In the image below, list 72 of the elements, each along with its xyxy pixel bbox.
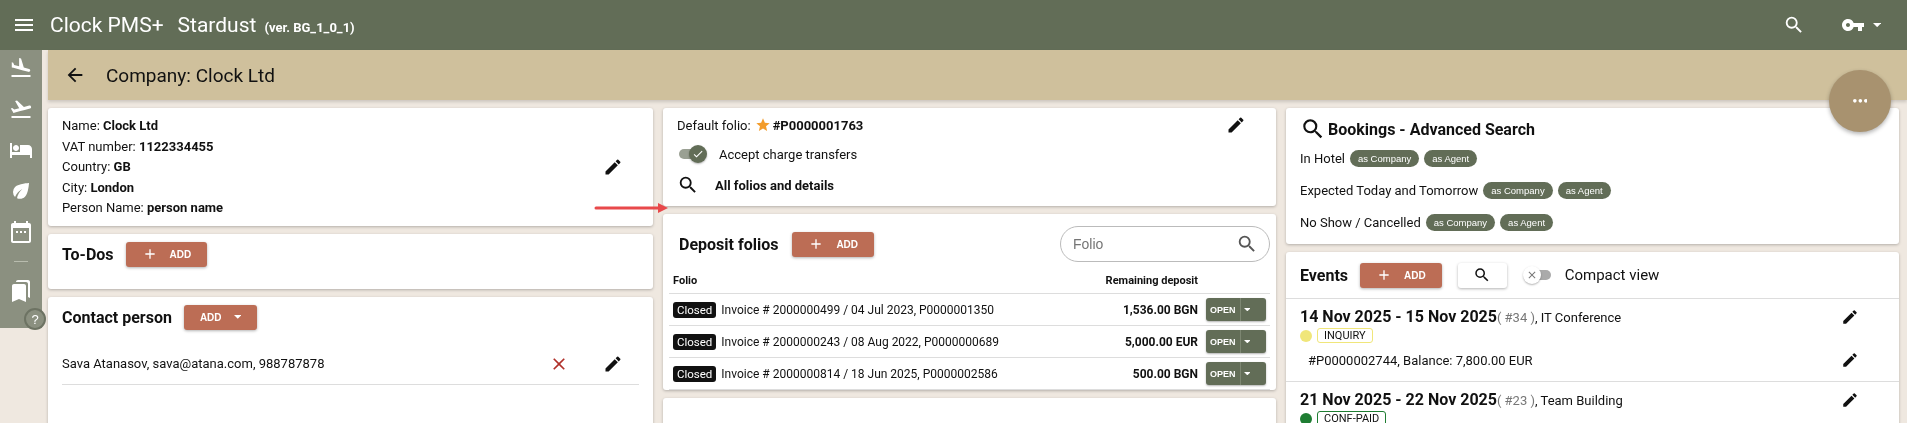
edit-icon[interactable] [1841,307,1859,326]
default-folio-label: Default folio: [677,117,751,133]
add-button[interactable]: ADD [125,241,208,267]
filter-chip[interactable]: as Agent [1424,149,1478,167]
plane-landing-icon[interactable] [9,56,33,80]
section-title: Deposit folios [679,234,779,254]
edit-icon[interactable] [1841,351,1859,369]
bookmarks-icon[interactable] [9,279,33,303]
more-icon [1852,99,1868,103]
deposit-amount: 500.00 BGN [1078,357,1202,390]
toggle-label: Accept charge transfers [719,146,858,162]
booking-filter-label: In Hotel [1300,150,1345,166]
deposit-amount: 5,000.00 EUR [1078,325,1202,358]
status-tag: INQUIRY [1317,328,1373,343]
filter-chip[interactable]: as Agent [1500,213,1554,231]
help-button[interactable]: ? [24,308,46,330]
booking-filter-label: Expected Today and Tomorrow [1300,182,1479,198]
deposit-amount: 1,536.00 BGN [1078,293,1202,326]
filter-chip[interactable]: as Company [1349,149,1420,167]
check-icon [692,148,704,160]
company-field: Name: Clock Ltd [62,116,224,137]
filter-chip[interactable]: as Company [1425,213,1496,231]
accept-transfers-toggle[interactable] [677,144,709,164]
section-title: Events [1300,265,1349,285]
hotel-name: Stardust [177,13,257,37]
default-folio-number: #P0000001763 [772,117,864,133]
caret-icon[interactable] [1243,307,1251,312]
section-title: Bookings - Advanced Search [1328,119,1535,139]
section-title: Contact person [62,307,172,327]
company-field: Person Name: person name [62,198,224,219]
column-header: Folio [669,268,1079,294]
toggle-label: Compact view [1564,266,1660,284]
event-title: 21 Nov 2025 - 22 Nov 2025( #23 ), Team Building [1300,390,1623,409]
caret-icon[interactable] [1243,339,1251,344]
add-button[interactable]: ADD [1360,262,1442,288]
folio-text: Invoice # 2000000814 / 18 Jun 2025, P0000002586 [721,366,998,381]
app-title: Clock PMS+ [50,13,164,37]
calendar-icon[interactable] [9,220,33,244]
status-tag: CONF-PAID [1317,411,1387,423]
event-title: 14 Nov 2025 - 15 Nov 2025( #34 ), IT Conference [1300,307,1622,326]
caret-icon[interactable] [1872,22,1881,28]
contact-person: Sava Atanasov, sava@atana.com, 988787878 [62,356,325,371]
caret-icon [233,315,242,319]
page-title: Company: Clock Ltd [106,63,275,87]
edit-icon[interactable] [603,353,623,374]
status-tag: Closed [673,301,717,318]
add-button[interactable]: ADD [183,304,258,330]
company-field: VAT number: 1122334455 [62,136,224,157]
folio-search-field[interactable]: Folio [1060,226,1270,262]
edit-icon[interactable] [1841,390,1859,409]
search-icon [677,174,699,196]
folio-text: Invoice # 2000000243 / 08 Aug 2022, P0000000689 [721,334,999,349]
status-tag: Closed [673,333,717,350]
search-button[interactable] [1457,262,1507,288]
company-field: Country: GB [62,157,224,178]
section-title: To-Dos [62,244,114,264]
search-icon [1236,233,1258,255]
add-button[interactable]: ADD [792,231,875,257]
status-tag: Closed [673,365,717,382]
caret-icon[interactable] [1243,371,1251,376]
all-folios-link[interactable]: All folios and details [715,177,834,193]
filter-chip[interactable]: as Company [1483,181,1553,199]
star-icon [754,117,771,133]
event-folio: #P0000002744, Balance: 7,800.00 EUR [1308,352,1533,368]
version-label: (ver. BG_1_0_1) [264,19,355,35]
edit-icon[interactable] [1226,115,1246,135]
column-header: Remaining deposit [1078,268,1202,294]
booking-filter-label: No Show / Cancelled [1300,214,1421,230]
filter-chip[interactable]: as Agent [1557,181,1611,199]
company-field: City: London [62,177,224,198]
edit-icon[interactable] [603,157,623,178]
folio-text: Invoice # 2000000499 / 04 Jul 2023, P0000001350 [721,302,994,317]
